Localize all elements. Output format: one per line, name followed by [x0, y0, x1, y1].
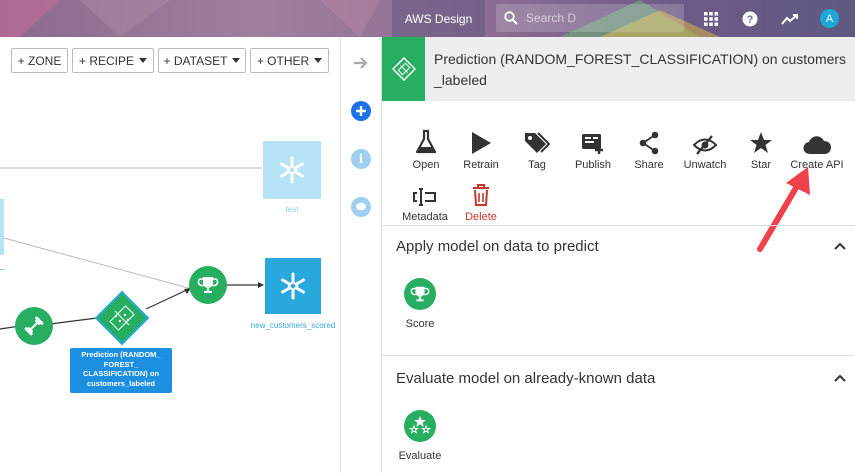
- svg-text:?: ?: [747, 14, 754, 26]
- train-recipe-node[interactable]: [15, 307, 53, 345]
- help-icon[interactable]: ?: [740, 9, 760, 29]
- chevron-up-icon[interactable]: [834, 242, 846, 250]
- apply-model-section: Apply model on data to predict Score: [382, 225, 855, 355]
- delete-button[interactable]: Delete: [446, 177, 516, 223]
- metadata-icon: [413, 188, 436, 206]
- dumbbell-icon: [24, 316, 44, 336]
- tag-icon: [525, 132, 550, 153]
- top-navigation-bar: AWS Design ? A: [0, 0, 855, 37]
- panel-title: Prediction (RANDOM_FOREST_CLASSIFICATION…: [434, 51, 847, 88]
- snowflake-icon: [281, 272, 305, 300]
- apply-section-title[interactable]: Apply model on data to predict: [396, 238, 599, 255]
- play-icon: [472, 132, 491, 154]
- score-recipe-node[interactable]: [189, 266, 227, 304]
- project-name[interactable]: AWS Design: [392, 0, 485, 37]
- evaluate-recipe-button[interactable]: Evaluate: [390, 410, 450, 462]
- dataset-label-new-customers-scored: new_customers_scored: [250, 321, 336, 330]
- evaluate-model-section: Evaluate model on already-known data Eva…: [382, 355, 855, 473]
- dataset-node-test[interactable]: [263, 141, 321, 199]
- stars-icon: [409, 416, 431, 434]
- model-node-label[interactable]: Prediction (RANDOM_ FOREST_ CLASSIFICATI…: [70, 348, 172, 393]
- search-icon: [504, 11, 518, 25]
- cloud-icon: [803, 136, 831, 155]
- model-label-line: Prediction (RANDOM_: [81, 350, 161, 359]
- model-label-line: FOREST_: [103, 359, 139, 369]
- trophy-icon: [197, 277, 219, 293]
- discussion-icon[interactable]: [351, 197, 371, 217]
- flow-canvas[interactable]: _ test new_customers_scored Prediction (…: [0, 37, 340, 473]
- activity-trend-icon[interactable]: [780, 9, 800, 29]
- panel-header: Prediction (RANDOM_FOREST_CLASSIFICATION…: [382, 37, 855, 101]
- score-label: Score: [405, 318, 435, 330]
- dataset-node-new-customers-scored[interactable]: [265, 258, 321, 314]
- model-diamond-icon: [94, 290, 150, 346]
- actions-plus-icon[interactable]: [351, 101, 371, 121]
- flow-edges: [0, 167, 264, 330]
- eye-slash-icon: [692, 135, 718, 155]
- trash-icon: [473, 184, 489, 206]
- model-label-line: customers_labeled: [87, 378, 155, 388]
- right-panel: Prediction (RANDOM_FOREST_CLASSIFICATION…: [381, 37, 855, 473]
- avatar[interactable]: A: [820, 9, 839, 28]
- arrow-right-icon[interactable]: [351, 53, 371, 73]
- star-icon: [750, 132, 772, 153]
- dataset-node-partial[interactable]: [0, 199, 4, 255]
- right-icon-strip: i: [340, 37, 381, 473]
- search-box[interactable]: [496, 4, 684, 32]
- evaluate-section-title[interactable]: Evaluate model on already-known data: [396, 370, 655, 387]
- snowflake-icon: [280, 156, 304, 184]
- info-icon[interactable]: i: [351, 149, 371, 169]
- model-diamond-icon: [391, 57, 416, 81]
- trophy-icon: [410, 286, 430, 302]
- score-recipe-button[interactable]: Score: [390, 278, 450, 330]
- dataset-label-partial: _: [0, 261, 5, 270]
- flask-icon: [415, 129, 437, 154]
- search-input[interactable]: [526, 11, 666, 25]
- saved-model-node[interactable]: [94, 290, 150, 346]
- evaluate-label: Evaluate: [398, 450, 442, 462]
- delete-label: Delete: [465, 211, 497, 223]
- chevron-up-icon[interactable]: [834, 374, 846, 382]
- model-type-badge: [382, 37, 425, 101]
- dataset-label-test: test: [285, 205, 299, 214]
- apps-grid-icon[interactable]: [701, 9, 721, 29]
- model-label-line: CLASSIFICATION) on: [82, 369, 160, 378]
- share-icon: [639, 131, 659, 155]
- publish-icon: [582, 134, 603, 154]
